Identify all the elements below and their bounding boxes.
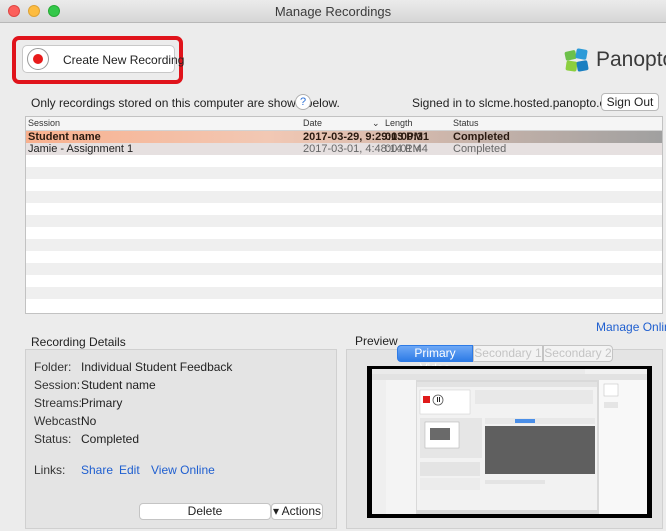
create-new-recording-button[interactable]: Create New Recording: [22, 45, 184, 73]
sign-out-button[interactable]: Sign Out: [601, 93, 659, 111]
sort-descending-icon[interactable]: ⌄: [372, 118, 380, 129]
window-title: Manage Recordings: [274, 4, 392, 19]
empty-row: [26, 215, 662, 227]
cell-status: Completed: [453, 143, 507, 155]
tab-primary-video[interactable]: Primary Video: [397, 345, 473, 375]
actions-menu-button[interactable]: ▾ Actions: [271, 503, 323, 520]
column-length[interactable]: Length: [385, 118, 413, 128]
empty-row: [26, 191, 662, 203]
cell-length: 00:00:31: [385, 131, 430, 143]
column-status[interactable]: Status: [453, 118, 479, 128]
recordings-table[interactable]: Session Date ⌄ Length Status Student nam…: [25, 116, 663, 314]
empty-row: [26, 167, 662, 179]
preview-video-frame: [367, 366, 652, 518]
stored-notice: Only recordings stored on this computer …: [31, 96, 340, 110]
delete-button[interactable]: Delete: [139, 503, 271, 520]
status-value: Completed: [81, 432, 140, 446]
share-link[interactable]: Share: [81, 463, 113, 477]
manage-online-link[interactable]: Manage Online: [596, 320, 666, 334]
preview-tabs: Primary Video Secondary 1 Secondary 2: [397, 345, 613, 375]
status-label: Status:: [34, 432, 72, 446]
empty-row: [26, 239, 662, 251]
table-row[interactable]: Student name 2017-03-29, 9:29:13 PM 00:0…: [26, 131, 662, 143]
panopto-wordmark: Panopto: [596, 48, 666, 71]
tab-secondary-2[interactable]: Secondary 2: [543, 345, 613, 362]
create-button-label: Create New Recording: [63, 53, 185, 67]
cell-session: Student name: [28, 131, 101, 143]
cell-session: Jamie - Assignment 1: [28, 143, 134, 155]
cell-length: 00:01:44: [385, 143, 428, 155]
empty-row: [26, 263, 662, 275]
panopto-logo-icon: [564, 48, 589, 72]
cell-status: Completed: [453, 131, 510, 143]
table-header: Session Date ⌄ Length Status: [26, 117, 662, 131]
session-value: Student name: [81, 378, 156, 392]
preview-heading: Preview: [355, 334, 398, 348]
session-label: Session:: [34, 378, 81, 392]
folder-value: Individual Student Feedback: [81, 360, 233, 374]
title-bar: Manage Recordings: [0, 0, 666, 23]
tab-secondary-1[interactable]: Secondary 1: [473, 345, 543, 362]
streams-label: Streams:: [34, 396, 83, 410]
links-label: Links:: [34, 463, 66, 477]
folder-label: Folder:: [34, 360, 72, 374]
table-row[interactable]: Jamie - Assignment 1 2017-03-01, 4:48:14…: [26, 143, 662, 155]
webcast-label: Webcast:: [34, 414, 84, 428]
edit-link[interactable]: Edit: [119, 463, 140, 477]
column-date[interactable]: Date: [303, 118, 322, 128]
view-online-link[interactable]: View Online: [151, 463, 215, 477]
empty-row: [26, 287, 662, 299]
record-icon: [27, 48, 49, 70]
streams-value: Primary: [81, 396, 123, 410]
recording-details-heading: Recording Details: [31, 335, 126, 349]
help-button[interactable]: ?: [295, 94, 311, 110]
signed-in-text: Signed in to slcme.hosted.panopto.com: [412, 96, 623, 110]
recording-details-panel: Folder: Individual Student Feedback Sess…: [25, 349, 337, 529]
webcast-value: No: [81, 414, 97, 428]
column-session[interactable]: Session: [28, 118, 60, 128]
